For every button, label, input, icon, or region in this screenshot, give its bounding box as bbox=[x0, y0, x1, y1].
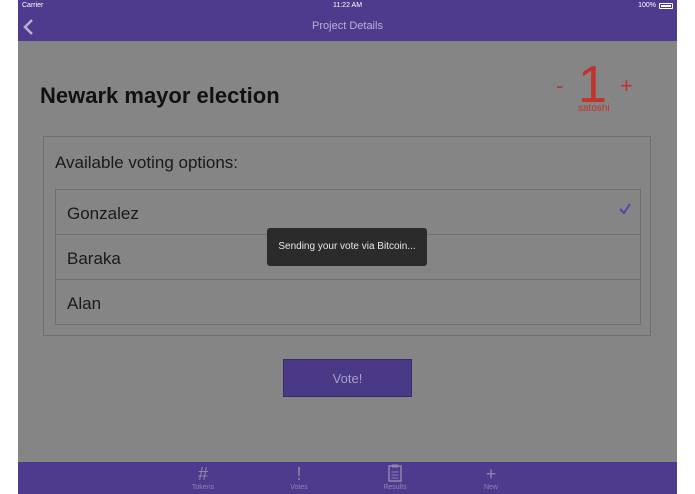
tab-label: Tokens bbox=[191, 484, 215, 491]
project-title: Newark mayor election bbox=[40, 83, 280, 108]
clipboard-icon bbox=[370, 464, 420, 484]
amount-stepper: - 1 + satoshi bbox=[548, 56, 668, 121]
battery-icon bbox=[659, 2, 673, 9]
clock: 11:22 AM bbox=[332, 2, 363, 9]
tab-bar: # Tokens ! Votes Results + New bbox=[18, 462, 677, 494]
plus-icon: + bbox=[485, 464, 497, 484]
voting-option-alan[interactable]: Alan bbox=[55, 279, 641, 325]
battery-percent: 100% bbox=[638, 2, 656, 9]
amount-unit: satoshi bbox=[578, 103, 610, 114]
voting-options-label: Available voting options: bbox=[55, 153, 239, 172]
sending-toast: Sending your vote via Bitcoin... bbox=[267, 228, 427, 266]
option-label: Alan bbox=[67, 294, 102, 313]
option-label: Baraka bbox=[67, 249, 121, 268]
tab-label: Votes bbox=[290, 484, 308, 491]
status-bar: Carrier 11:22 AM 100% bbox=[18, 0, 677, 13]
battery-indicator: 100% bbox=[638, 2, 673, 9]
tab-votes[interactable]: ! Votes bbox=[274, 464, 324, 491]
tab-label: Results bbox=[383, 484, 407, 491]
tab-label: New bbox=[483, 484, 498, 491]
vote-button[interactable]: Vote! bbox=[283, 359, 412, 397]
tab-results[interactable]: Results bbox=[370, 464, 420, 491]
nav-bar: Project Details bbox=[18, 13, 677, 41]
checkmark-icon bbox=[619, 203, 631, 215]
hash-icon: # bbox=[197, 464, 208, 484]
decrement-button[interactable]: - bbox=[556, 73, 563, 99]
increment-button[interactable]: + bbox=[620, 73, 633, 99]
page-title: Project Details bbox=[312, 20, 383, 32]
tab-tokens[interactable]: # Tokens bbox=[178, 464, 228, 491]
tab-new[interactable]: + New bbox=[466, 464, 516, 491]
exclamation-icon: ! bbox=[296, 464, 302, 484]
project-details: Newark mayor election - 1 + satoshi Avai… bbox=[18, 41, 677, 462]
app-frame: Carrier 11:22 AM 100% Project Details Ne… bbox=[18, 0, 677, 494]
option-label: Gonzalez bbox=[67, 204, 139, 223]
